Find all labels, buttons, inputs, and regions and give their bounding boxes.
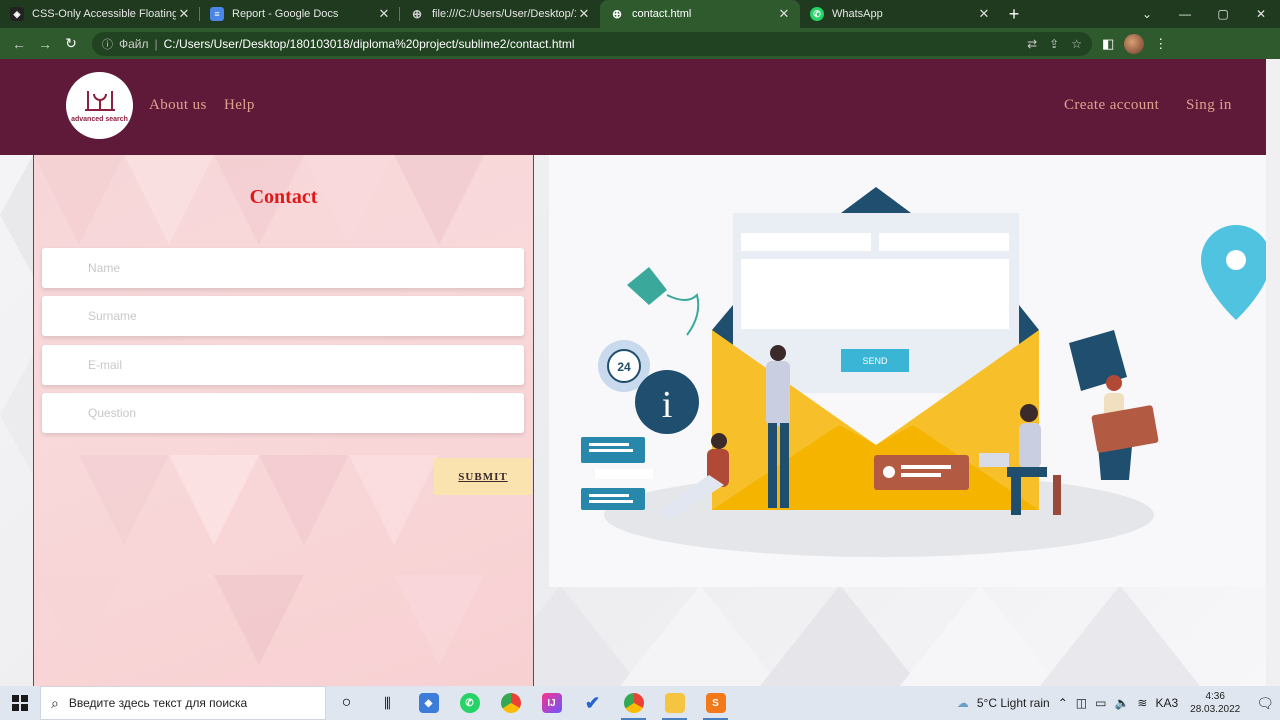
new-tab-button[interactable]: + xyxy=(1000,0,1028,28)
svg-text:SEND: SEND xyxy=(862,356,888,366)
app-icon[interactable]: ◆ xyxy=(408,686,449,720)
reload-button[interactable]: ↻ xyxy=(58,31,84,57)
site-header: advanced search About us Help Create acc… xyxy=(0,59,1266,155)
svg-text:i: i xyxy=(662,384,673,426)
info-icon[interactable]: ⓘ xyxy=(102,36,113,52)
globe-icon: ⊕ xyxy=(611,7,623,21)
sidepanel-icon[interactable]: ◧ xyxy=(1102,36,1114,52)
translate-icon[interactable]: ⇄ xyxy=(1027,37,1037,51)
clock-time: 4:36 xyxy=(1205,691,1225,702)
whatsapp-icon[interactable]: ✆ xyxy=(449,686,490,720)
address-bar[interactable]: ⓘ Файл | C:/Users/User/Desktop/180103018… xyxy=(92,31,1092,56)
windows-taskbar: ⌕ Введите здесь текст для поиска ○ ⫼ ◆ ✆… xyxy=(0,686,1280,720)
codepen-icon: ◈ xyxy=(10,7,24,21)
cortana-icon[interactable]: ○ xyxy=(326,686,367,720)
tab-title: CSS-Only Accessible Floating Lab xyxy=(32,8,176,20)
contact-illustration: SEND 24 i xyxy=(549,155,1271,587)
intellij-icon[interactable]: IJ xyxy=(531,686,572,720)
logo-icon xyxy=(84,91,115,111)
clock-date: 28.03.2022 xyxy=(1190,704,1241,715)
browser-tab[interactable]: ✆ WhatsApp ✕ xyxy=(800,0,1000,28)
docs-icon: ≡ xyxy=(210,7,224,21)
forward-button[interactable]: → xyxy=(32,31,58,57)
contact-title: Contact xyxy=(249,186,318,208)
browser-tab-active[interactable]: ⊕ contact.html ✕ xyxy=(600,0,800,28)
chevron-up-icon[interactable]: ⌃ xyxy=(1058,696,1068,710)
browser-tab[interactable]: ≡ Report - Google Docs ✕ xyxy=(200,0,400,28)
maximize-button[interactable]: ▢ xyxy=(1204,0,1242,28)
tab-title: WhatsApp xyxy=(832,8,883,20)
tab-title: Report - Google Docs xyxy=(232,8,339,20)
weather-text[interactable]: 5°C Light rain xyxy=(977,696,1050,710)
url-text[interactable]: C:/Users/User/Desktop/180103018/diploma%… xyxy=(164,37,575,51)
notification-icon[interactable]: 🗨 xyxy=(1256,695,1274,712)
nav-sign-in[interactable]: Sing in xyxy=(1186,97,1232,114)
minimize-button[interactable]: — xyxy=(1166,0,1204,28)
close-icon[interactable]: ✕ xyxy=(376,6,392,22)
logo-text: advanced search xyxy=(71,116,128,123)
sublime-text-icon[interactable]: S xyxy=(695,686,736,720)
close-icon[interactable]: ✕ xyxy=(776,6,792,22)
contact-form-panel: Contact SUBMIT xyxy=(33,155,534,686)
nav-help[interactable]: Help xyxy=(224,97,255,114)
system-tray: ☁ 5°C Light rain ⌃ ◫ ▭ 🔈 ≋ KA3 4:36 28.0… xyxy=(957,690,1280,716)
whatsapp-icon: ✆ xyxy=(810,7,824,21)
close-icon[interactable]: ✕ xyxy=(576,6,592,22)
window-controls: ⌄ — ▢ ✕ xyxy=(1128,0,1280,28)
battery-icon[interactable]: ▭ xyxy=(1095,696,1106,710)
task-view-icon[interactable]: ⫼ xyxy=(367,686,408,720)
profile-avatar[interactable] xyxy=(1124,33,1145,54)
bookmark-star-icon[interactable]: ☆ xyxy=(1071,37,1082,51)
site-logo[interactable]: advanced search xyxy=(66,72,133,139)
name-field[interactable] xyxy=(42,248,524,288)
browser-tab[interactable]: ◈ CSS-Only Accessible Floating Lab ✕ xyxy=(0,0,200,28)
search-icon: ⌕ xyxy=(51,694,59,711)
browser-tab[interactable]: ⊕ file:///C:/Users/User/Desktop/18 ✕ xyxy=(400,0,600,28)
close-icon[interactable]: ✕ xyxy=(976,6,992,22)
envelope-illustration: SEND 24 i xyxy=(581,187,1271,557)
windows-logo-icon xyxy=(12,695,28,711)
volume-icon[interactable]: 🔈 xyxy=(1114,696,1129,710)
wifi-icon[interactable]: ≋ xyxy=(1137,696,1147,710)
taskbar-search-placeholder: Введите здесь текст для поиска xyxy=(68,696,248,710)
network-icon[interactable]: ◫ xyxy=(1076,696,1087,710)
question-field[interactable] xyxy=(42,393,524,433)
chrome-icon[interactable] xyxy=(490,686,531,720)
email-field[interactable] xyxy=(42,345,524,385)
close-icon[interactable]: ✕ xyxy=(176,6,192,22)
back-button[interactable]: ← xyxy=(6,31,32,57)
clock[interactable]: 4:36 28.03.2022 xyxy=(1190,690,1240,716)
menu-kebab-icon[interactable]: ⋮ xyxy=(1154,36,1167,52)
windows-start-button[interactable] xyxy=(0,686,40,720)
submit-button[interactable]: SUBMIT xyxy=(434,458,532,495)
tab-title: file:///C:/Users/User/Desktop/18 xyxy=(432,8,576,20)
svg-text:24: 24 xyxy=(617,360,631,374)
close-window-button[interactable]: ✕ xyxy=(1242,0,1280,28)
weather-icon: ☁ xyxy=(956,696,969,710)
taskbar-search[interactable]: ⌕ Введите здесь текст для поиска xyxy=(40,686,326,720)
nav-about-us[interactable]: About us xyxy=(149,97,207,114)
browser-tabstrip: ◈ CSS-Only Accessible Floating Lab ✕ ≡ R… xyxy=(0,0,1280,28)
chrome-profile-icon[interactable] xyxy=(613,686,654,720)
browser-toolbar: ← → ↻ ⓘ Файл | C:/Users/User/Desktop/180… xyxy=(0,28,1280,59)
tab-title: contact.html xyxy=(632,8,692,20)
language-indicator[interactable]: KA3 xyxy=(1155,696,1178,710)
surname-field[interactable] xyxy=(42,296,524,336)
todo-icon[interactable]: ✔ xyxy=(572,686,613,720)
scheme-label: Файл xyxy=(119,36,149,51)
share-icon[interactable]: ⇪ xyxy=(1049,37,1059,51)
globe-icon: ⊕ xyxy=(411,7,423,21)
file-explorer-icon[interactable] xyxy=(654,686,695,720)
nav-create-account[interactable]: Create account xyxy=(1064,97,1159,114)
chevron-down-icon[interactable]: ⌄ xyxy=(1128,0,1166,28)
